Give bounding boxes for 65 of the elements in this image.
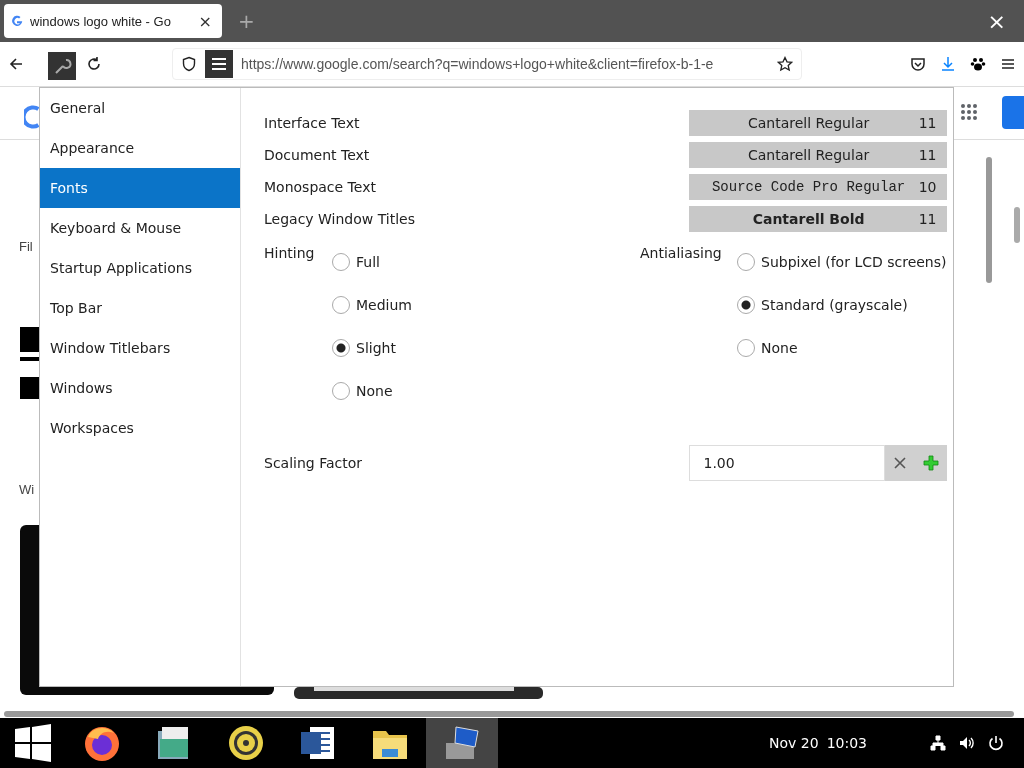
sidebar-item[interactable]: Top Bar [40, 288, 240, 328]
date-text: Nov 20 [769, 735, 819, 751]
close-tab-button[interactable]: × [194, 11, 216, 31]
close-window-button[interactable]: × [983, 8, 1010, 34]
radio-label[interactable]: None [761, 340, 798, 356]
font-button[interactable]: Cantarell Bold 11 [688, 206, 947, 232]
windows-logo-icon [13, 723, 53, 763]
volume-icon[interactable] [959, 735, 975, 751]
radio-label[interactable]: Standard (grayscale) [761, 297, 908, 313]
power-icon[interactable] [988, 735, 1004, 751]
sidebar-item[interactable]: Fonts [40, 168, 240, 208]
radio-button[interactable] [737, 296, 755, 314]
font-button[interactable]: Cantarell Regular 11 [688, 142, 947, 168]
sidebar-item[interactable]: Keyboard & Mouse [40, 208, 240, 248]
menu-icon[interactable] [1000, 56, 1016, 72]
setting-label: Document Text [264, 147, 370, 163]
decrease-icon[interactable] [892, 455, 908, 471]
font-button[interactable]: Cantarell Regular 11 [688, 110, 947, 136]
radio-label[interactable]: Medium [356, 297, 412, 313]
radio-label[interactable]: Slight [356, 340, 396, 356]
radio-button[interactable] [332, 339, 350, 357]
radio-button[interactable] [737, 339, 755, 357]
radio-button[interactable] [332, 382, 350, 400]
setting-label: Interface Text [264, 115, 360, 131]
scaling-field[interactable]: 1.00 [688, 445, 885, 481]
star-icon[interactable] [777, 56, 793, 72]
browser-tab[interactable]: windows logo white - Go × [4, 4, 222, 38]
reload-icon[interactable] [86, 56, 102, 72]
radio-button[interactable] [737, 253, 755, 271]
wrench-icon[interactable] [48, 52, 76, 80]
sidebar-item[interactable]: Appearance [40, 128, 240, 168]
network-icon[interactable] [930, 735, 946, 751]
sidebar-item[interactable]: Window Titlebars [40, 328, 240, 368]
url-field[interactable]: https://www.google.com/search?q=windows+logo+white&client=firefox-b-1-e [172, 48, 802, 80]
radio-button[interactable] [332, 296, 350, 314]
speaker-icon [226, 723, 266, 763]
sidebar-item[interactable]: General [40, 88, 240, 128]
sidebar-item[interactable]: Workspaces [40, 408, 240, 448]
radio-label[interactable]: None [356, 383, 393, 399]
scrollbar-thumb[interactable] [4, 711, 1014, 717]
menu-icon[interactable] [205, 50, 233, 78]
setting-label: Scaling Factor [264, 455, 362, 471]
result-text: Wi [19, 482, 35, 497]
font-button[interactable]: Source Code Pro Regular 10 [688, 174, 947, 200]
paw-icon[interactable] [970, 56, 986, 72]
result-text: Fil [19, 239, 33, 254]
scrollbar-thumb[interactable] [1014, 207, 1020, 243]
tab-title: windows logo white - Go [30, 13, 172, 29]
setting-label: Monospace Text [264, 179, 376, 195]
time-text: 10:03 [826, 735, 867, 751]
shield-icon [181, 56, 197, 72]
pocket-icon[interactable] [910, 56, 926, 72]
google-icon [10, 14, 24, 28]
download-icon[interactable] [940, 56, 956, 72]
radio-label[interactable]: Full [356, 254, 380, 270]
setting-label: Legacy Window Titles [264, 211, 415, 227]
setting-label: Antialiasing [640, 244, 723, 263]
radio-label[interactable]: Subpixel (for LCD screens) [761, 254, 947, 270]
sidebar-item[interactable]: Windows [40, 368, 240, 408]
radio-button[interactable] [332, 253, 350, 271]
scrollbar-thumb[interactable] [986, 157, 992, 283]
setting-label: Hinting [264, 244, 316, 263]
sidebar-item[interactable]: Startup Applications [40, 248, 240, 288]
apps-grid-icon[interactable] [960, 103, 978, 121]
back-arrow-icon[interactable] [8, 56, 24, 72]
